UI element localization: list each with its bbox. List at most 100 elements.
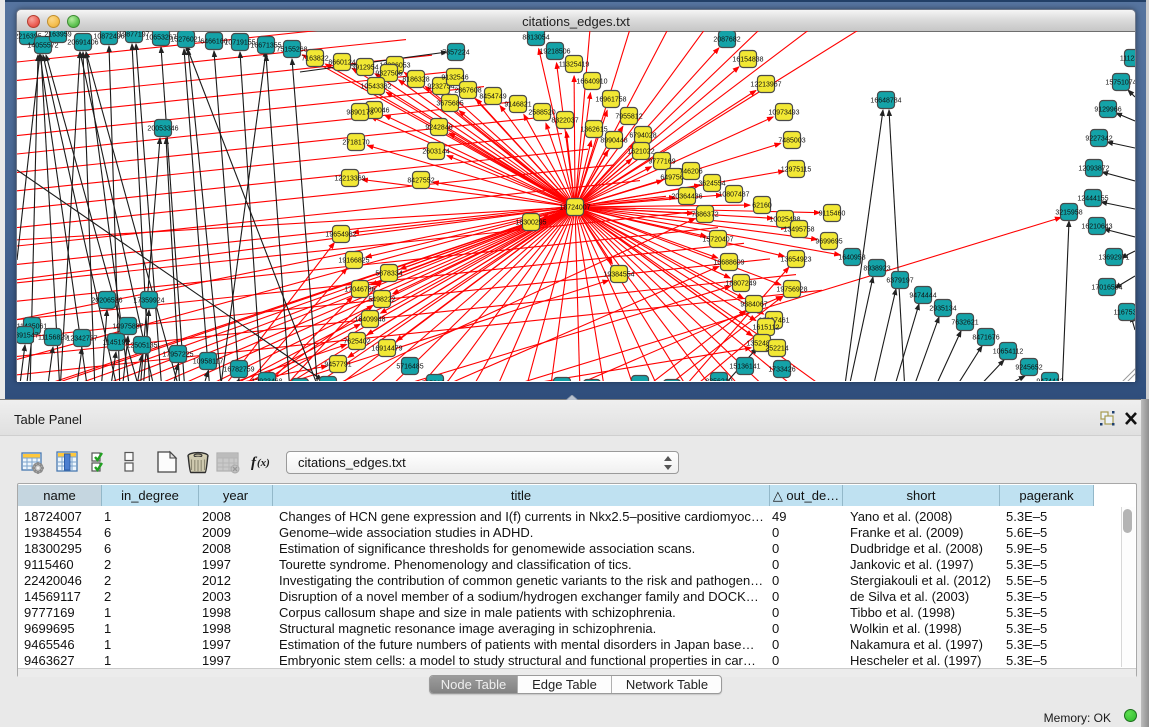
svg-text:5878334: 5878334 bbox=[375, 271, 402, 278]
svg-text:14055572: 14055572 bbox=[27, 43, 58, 50]
svg-text:16782759: 16782759 bbox=[223, 367, 254, 374]
svg-text:1615112: 1615112 bbox=[753, 325, 780, 332]
svg-text:3624554: 3624554 bbox=[698, 181, 725, 188]
svg-text:20691406: 20691406 bbox=[67, 40, 98, 47]
svg-text:12342737: 12342737 bbox=[66, 336, 97, 343]
svg-text:6379197: 6379197 bbox=[886, 278, 913, 285]
svg-text:8322037: 8322037 bbox=[551, 118, 578, 125]
svg-text:9115460: 9115460 bbox=[819, 211, 846, 218]
svg-text:17016504: 17016504 bbox=[1091, 285, 1122, 292]
svg-text:9391547: 9391547 bbox=[17, 333, 39, 340]
svg-text:16961758: 16961758 bbox=[595, 97, 626, 104]
svg-text:13692971: 13692971 bbox=[1098, 255, 1129, 262]
svg-text:1733426: 1733426 bbox=[768, 367, 795, 374]
svg-text:9146821: 9146821 bbox=[504, 102, 531, 109]
svg-text:7632621: 7632621 bbox=[951, 320, 978, 327]
svg-text:2935134: 2935134 bbox=[929, 306, 956, 313]
svg-text:1640953: 1640953 bbox=[838, 255, 865, 262]
svg-text:19384554: 19384554 bbox=[603, 272, 634, 279]
svg-text:12093872: 12093872 bbox=[1078, 166, 1109, 173]
svg-text:20364436: 20364436 bbox=[671, 194, 702, 201]
svg-text:19166825: 19166825 bbox=[338, 258, 369, 265]
svg-text:9699695: 9699695 bbox=[815, 239, 842, 246]
svg-text:8427552: 8427552 bbox=[407, 178, 434, 185]
svg-text:2588520: 2588520 bbox=[528, 110, 555, 117]
svg-text:9227342: 9227342 bbox=[1085, 136, 1112, 143]
svg-text:16914479: 16914479 bbox=[371, 346, 402, 353]
svg-text:12444155: 12444155 bbox=[1077, 196, 1108, 203]
svg-text:9129966: 9129966 bbox=[1094, 107, 1121, 114]
svg-text:8186328: 8186328 bbox=[402, 77, 429, 84]
svg-text:18724007: 18724007 bbox=[559, 205, 590, 212]
svg-text:10973493: 10973493 bbox=[768, 110, 799, 117]
svg-text:1167533: 1167533 bbox=[1114, 310, 1135, 317]
svg-text:9242848: 9242848 bbox=[425, 125, 452, 132]
svg-text:8990448: 8990448 bbox=[600, 138, 627, 145]
svg-text:20053346: 20053346 bbox=[147, 126, 178, 133]
svg-text:8356219: 8356219 bbox=[705, 379, 732, 382]
svg-text:15276021: 15276021 bbox=[170, 37, 201, 44]
svg-text:2163959: 2163959 bbox=[44, 32, 71, 39]
svg-text:5716485: 5716485 bbox=[396, 364, 423, 371]
svg-text:9327505: 9327505 bbox=[375, 71, 402, 78]
svg-text:17359924: 17359924 bbox=[133, 298, 164, 305]
svg-text:6794028: 6794028 bbox=[629, 133, 656, 140]
svg-text:15751074: 15751074 bbox=[1105, 80, 1135, 87]
svg-text:17046786: 17046786 bbox=[344, 287, 375, 294]
svg-text:2718170: 2718170 bbox=[342, 140, 369, 147]
svg-text:10543382: 10543382 bbox=[360, 84, 391, 91]
svg-text:7357224: 7357224 bbox=[442, 50, 469, 57]
svg-text:19756928: 19756928 bbox=[776, 287, 807, 294]
svg-text:62160: 62160 bbox=[752, 203, 772, 210]
svg-text:19654982: 19654982 bbox=[325, 232, 356, 239]
svg-text:18300295: 18300295 bbox=[515, 220, 546, 227]
svg-text:18807249: 18807249 bbox=[725, 281, 756, 288]
svg-text:16154838: 16154838 bbox=[732, 57, 763, 64]
svg-text:1112325: 1112325 bbox=[1120, 56, 1135, 63]
svg-text:12975115: 12975115 bbox=[781, 167, 812, 174]
svg-text:11156829: 11156829 bbox=[38, 335, 68, 342]
svg-text:2087682: 2087682 bbox=[713, 37, 740, 44]
svg-text:8938923: 8938923 bbox=[863, 266, 890, 273]
svg-text:12505135: 12505135 bbox=[126, 343, 157, 350]
svg-text:9356124: 9356124 bbox=[421, 381, 448, 382]
svg-text:(x): (x) bbox=[257, 457, 270, 469]
svg-text:16210643: 16210643 bbox=[1081, 224, 1112, 231]
svg-text:10807487: 10807487 bbox=[718, 192, 749, 199]
svg-text:3215958: 3215958 bbox=[1055, 210, 1082, 217]
svg-text:9245652: 9245652 bbox=[1015, 365, 1042, 372]
svg-text:13495758: 13495758 bbox=[783, 227, 814, 234]
svg-text:10688609: 10688609 bbox=[713, 260, 744, 267]
svg-text:2603144: 2603144 bbox=[422, 149, 449, 156]
svg-text:5498222: 5498222 bbox=[368, 297, 395, 304]
svg-text:12213369: 12213369 bbox=[334, 176, 365, 183]
svg-text:7955812: 7955812 bbox=[615, 114, 642, 121]
svg-text:7386372: 7386372 bbox=[691, 212, 718, 219]
svg-text:10975887: 10975887 bbox=[112, 324, 143, 331]
svg-text:13654923: 13654923 bbox=[780, 257, 811, 264]
svg-text:8454749: 8454749 bbox=[479, 94, 506, 101]
svg-text:12213967: 12213967 bbox=[750, 82, 781, 89]
svg-text:75155268: 75155268 bbox=[276, 47, 307, 54]
svg-text:1621022: 1621022 bbox=[627, 149, 654, 156]
svg-text:16648784: 16648784 bbox=[870, 98, 901, 105]
svg-text:19218506: 19218506 bbox=[539, 49, 570, 56]
svg-text:10654112: 10654112 bbox=[993, 349, 1024, 356]
svg-text:9777169: 9777169 bbox=[648, 159, 675, 166]
svg-text:17957225: 17957225 bbox=[162, 352, 193, 359]
svg-text:7163822: 7163822 bbox=[301, 56, 328, 63]
svg-text:16409948: 16409948 bbox=[354, 317, 385, 324]
svg-text:10958117: 10958117 bbox=[193, 359, 224, 366]
svg-text:11325419: 11325419 bbox=[559, 62, 590, 69]
svg-text:9474444: 9474444 bbox=[909, 293, 936, 300]
svg-text:9384067: 9384067 bbox=[740, 302, 767, 309]
svg-text:9890173: 9890173 bbox=[346, 110, 373, 117]
svg-text:9457791: 9457791 bbox=[324, 362, 351, 369]
svg-text:15136141: 15136141 bbox=[729, 364, 760, 371]
svg-text:1362615: 1362615 bbox=[580, 127, 607, 134]
svg-text:7485003: 7485003 bbox=[778, 138, 805, 145]
svg-text:746206: 746206 bbox=[679, 169, 702, 176]
svg-text:8471676: 8471676 bbox=[972, 335, 999, 342]
svg-text:12923468: 12923468 bbox=[251, 379, 282, 382]
svg-text:7625402: 7625402 bbox=[343, 339, 370, 346]
